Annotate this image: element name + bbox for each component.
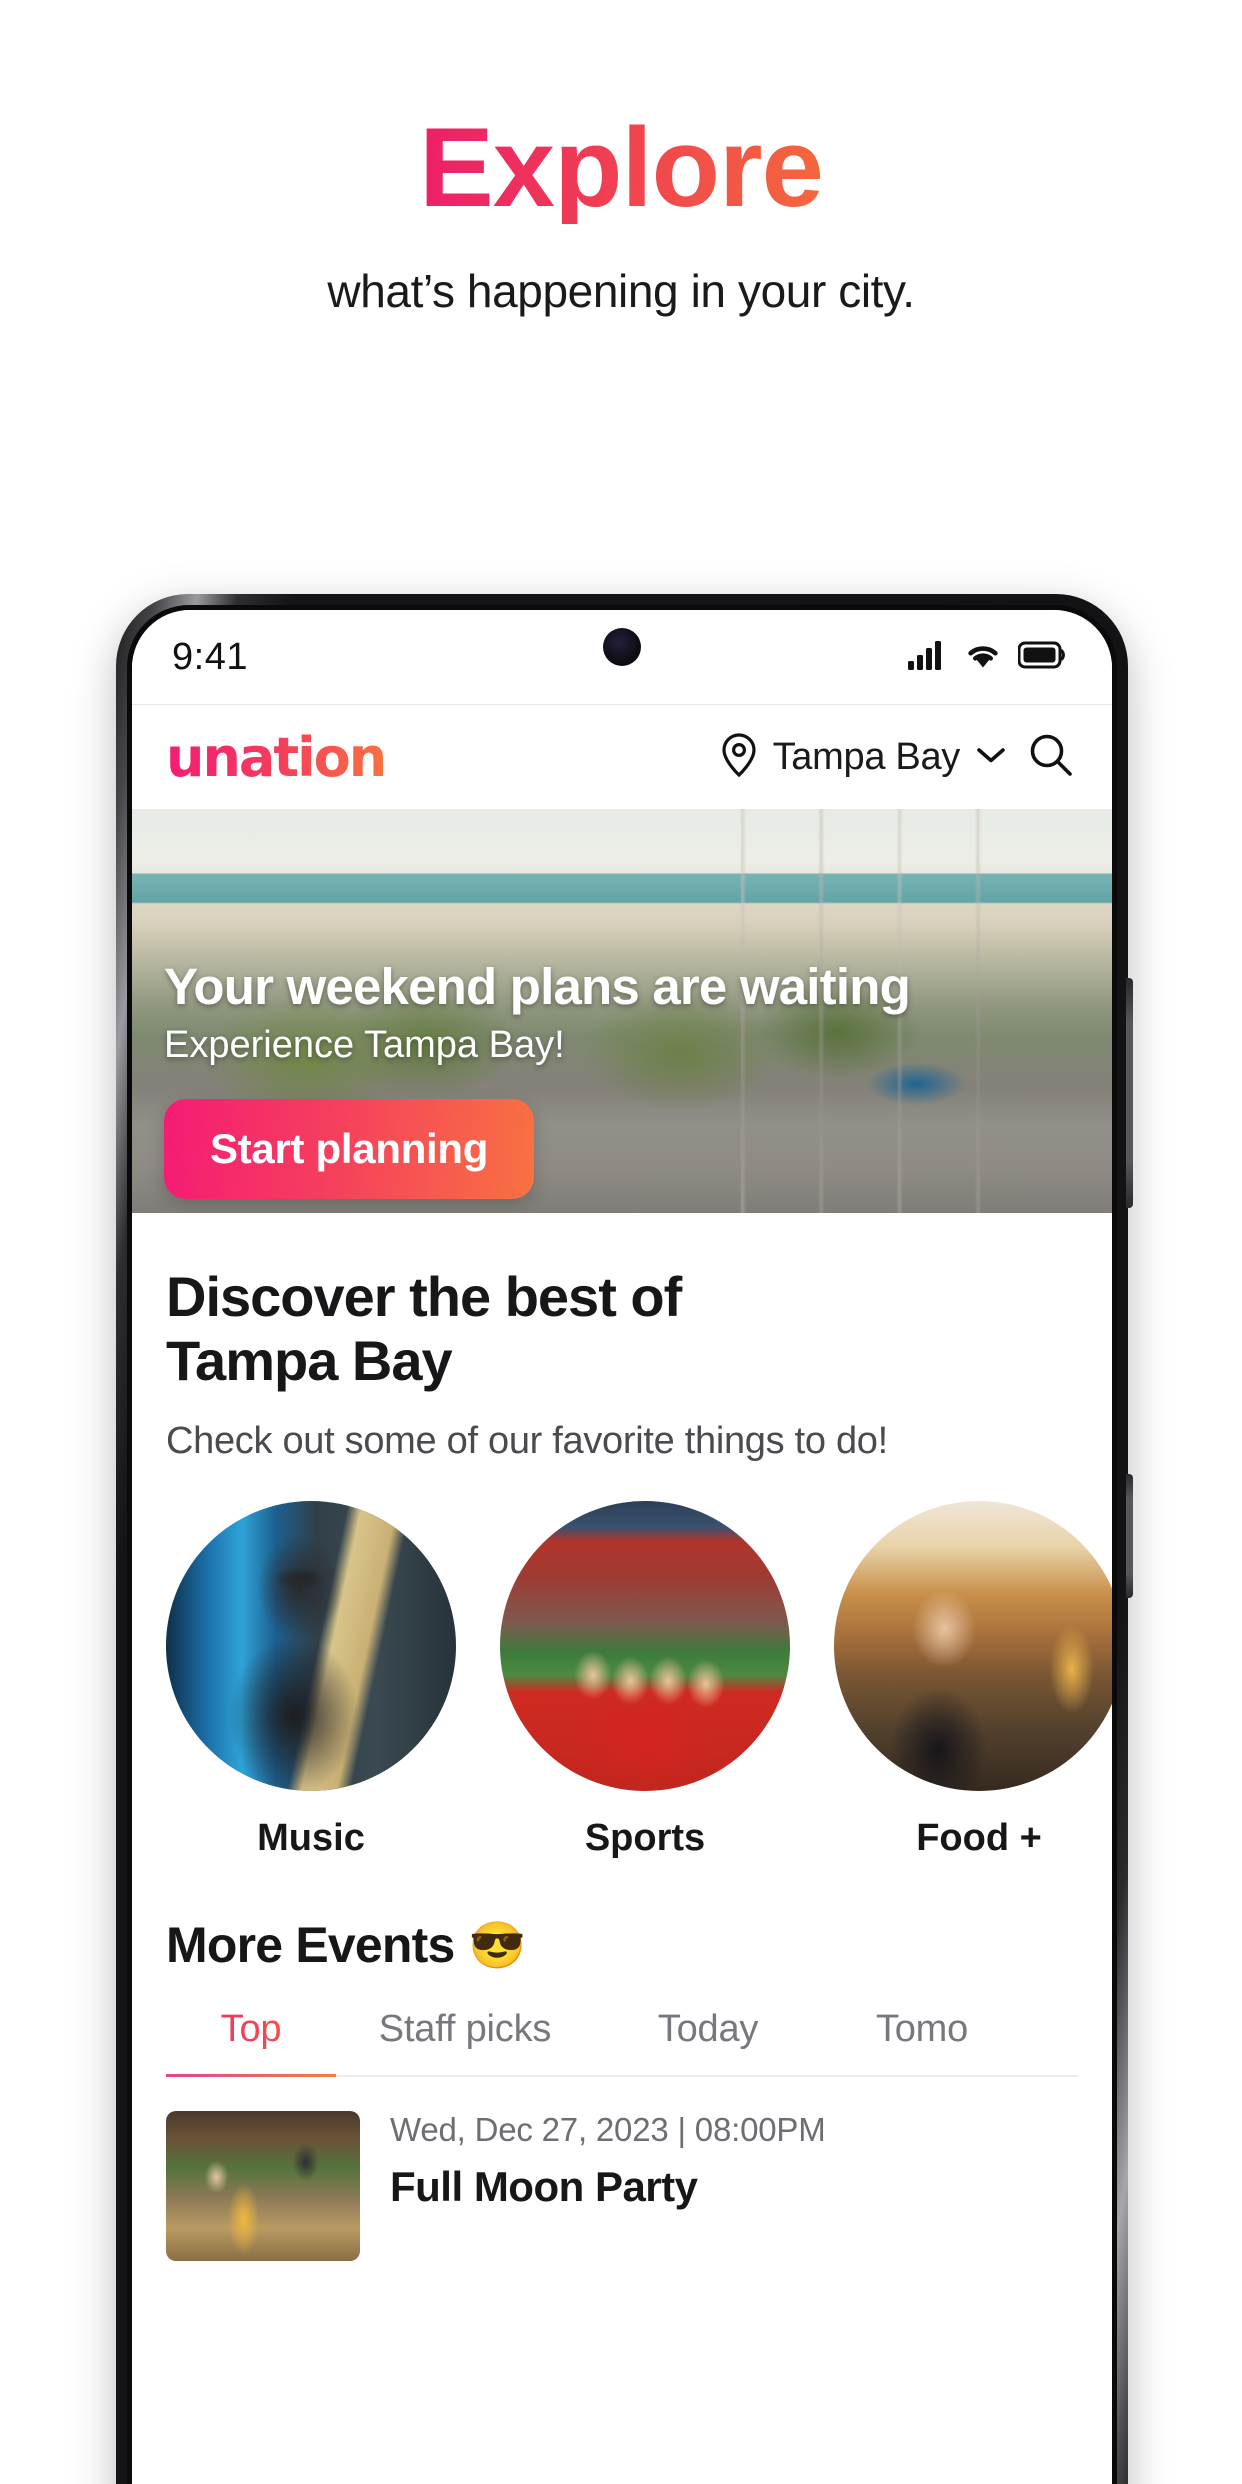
events-tab-bar[interactable]: Top Staff picks Today Tomo bbox=[166, 2008, 1078, 2077]
app-header: unation Tampa Bay bbox=[132, 705, 1112, 809]
tab-today[interactable]: Today bbox=[594, 2008, 822, 2075]
musician-playing-guitar-photo bbox=[166, 1500, 456, 1791]
phone-device-frame: 9:41 unation Tampa Bay Your weekend plan… bbox=[116, 594, 1133, 2484]
hero-text-block: Your weekend plans are waiting Experienc… bbox=[164, 957, 1092, 1067]
category-carousel[interactable]: Music Sports Food + bbox=[166, 1500, 1112, 1860]
event-thumbnail bbox=[166, 2110, 360, 2261]
hero-subtitle: Experience Tampa Bay! bbox=[164, 1024, 565, 1066]
sunglasses-face-icon: 😎 bbox=[468, 1918, 526, 1971]
discover-title: Discover the best of Tampa Bay bbox=[166, 1265, 682, 1393]
cellular-signal-icon bbox=[908, 640, 948, 675]
volume-button[interactable] bbox=[1126, 978, 1133, 1208]
category-label: Food + bbox=[916, 1816, 1042, 1859]
category-photo bbox=[500, 1500, 790, 1791]
app-header-actions: Tampa Bay bbox=[719, 730, 1076, 785]
search-icon[interactable] bbox=[1026, 730, 1076, 785]
page-subtitle: what’s happening in your city. bbox=[327, 265, 915, 317]
beer-garden-photo bbox=[166, 2110, 360, 2261]
event-title: Full Moon Party bbox=[390, 2162, 698, 2210]
category-photo bbox=[166, 1500, 456, 1791]
status-time: 9:41 bbox=[172, 635, 248, 678]
event-list: Wed, Dec 27, 2023 | 08:00PM Full Moon Pa… bbox=[132, 2076, 1112, 2261]
unation-logo[interactable]: unation bbox=[166, 726, 387, 789]
status-bar: 9:41 bbox=[132, 610, 1112, 704]
tab-staff-picks[interactable]: Staff picks bbox=[336, 2008, 594, 2075]
event-list-item[interactable]: Wed, Dec 27, 2023 | 08:00PM Full Moon Pa… bbox=[166, 2077, 1078, 2261]
event-date: Wed, Dec 27, 2023 | 08:00PM bbox=[390, 2110, 826, 2148]
page-title: Explore bbox=[419, 105, 824, 230]
hero-banner[interactable]: Your weekend plans are waiting Experienc… bbox=[132, 809, 1112, 1213]
city-selector[interactable]: Tampa Bay bbox=[719, 732, 1008, 783]
category-label: Music bbox=[257, 1816, 365, 1859]
tab-tomorrow[interactable]: Tomo bbox=[822, 2008, 1022, 2075]
power-button[interactable] bbox=[1126, 1474, 1133, 1598]
cheerleaders-at-stadium-photo bbox=[500, 1500, 790, 1791]
battery-full-icon bbox=[1017, 641, 1066, 674]
active-tab-indicator bbox=[166, 2073, 336, 2077]
city-label: Tampa Bay bbox=[772, 735, 961, 778]
promo-header: Explore what’s happening in your city. bbox=[0, 0, 1242, 318]
woman-at-bar-photo bbox=[834, 1500, 1112, 1791]
hero-title: Your weekend plans are waiting bbox=[164, 958, 911, 1015]
page-root: Explore what’s happening in your city. 9… bbox=[0, 0, 1242, 2484]
more-events-section: More Events 😎 Top Staff picks Today Tomo bbox=[132, 1859, 1112, 2077]
discover-subtitle: Check out some of our favorite things to… bbox=[166, 1419, 888, 1462]
status-icons bbox=[908, 640, 1066, 675]
category-label: Sports bbox=[584, 1816, 706, 1859]
chevron-down-icon bbox=[974, 744, 1008, 771]
discover-section: Discover the best of Tampa Bay Check out… bbox=[132, 1213, 1112, 1860]
wifi-icon bbox=[964, 640, 1002, 675]
phone-bezel: 9:41 unation Tampa Bay Your weekend plan… bbox=[127, 605, 1117, 2484]
event-details: Wed, Dec 27, 2023 | 08:00PM Full Moon Pa… bbox=[390, 2111, 1078, 2211]
map-pin-icon bbox=[719, 732, 759, 783]
category-item-sports[interactable]: Sports bbox=[500, 1500, 790, 1860]
tab-top[interactable]: Top bbox=[166, 2008, 336, 2075]
phone-screen: 9:41 unation Tampa Bay Your weekend plan… bbox=[132, 610, 1112, 2484]
category-photo bbox=[834, 1500, 1112, 1791]
more-events-title: More Events bbox=[166, 1916, 455, 1973]
category-item-food[interactable]: Food + bbox=[834, 1500, 1112, 1860]
front-camera-punchhole bbox=[603, 628, 641, 666]
more-events-heading: More Events 😎 bbox=[166, 1916, 1078, 1974]
start-planning-button[interactable]: Start planning bbox=[164, 1099, 535, 1199]
category-item-music[interactable]: Music bbox=[166, 1500, 456, 1860]
